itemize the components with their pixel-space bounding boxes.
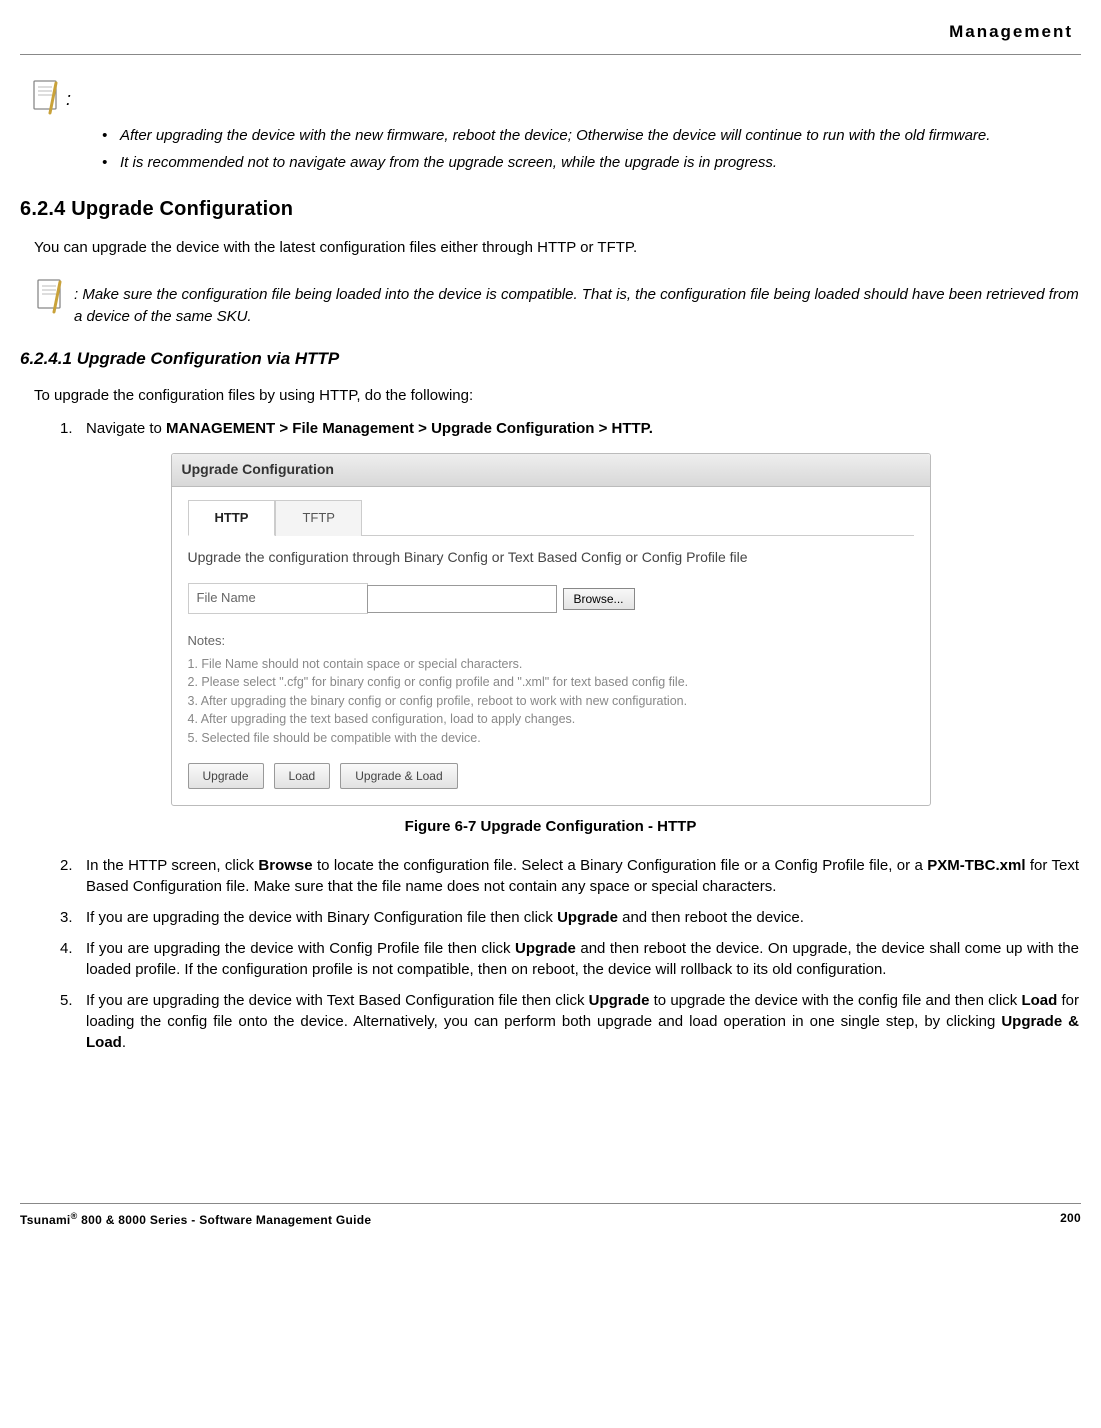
step-list: 1. Navigate to MANAGEMENT > File Managem… [60, 418, 1079, 439]
subsection-heading: 6.2.4.1 Upgrade Configuration via HTTP [20, 347, 1081, 371]
upgrade-config-panel: Upgrade Configuration HTTP TFTP Upgrade … [171, 453, 931, 806]
panel-title: Upgrade Configuration [172, 454, 930, 487]
upgrade-button[interactable]: Upgrade [188, 763, 264, 789]
tab-bar: HTTP TFTP [188, 499, 914, 536]
step-item: 4. If you are upgrading the device with … [60, 938, 1079, 980]
note-icon [30, 79, 62, 117]
header-rule [20, 54, 1081, 55]
notes-label: Notes: [188, 632, 914, 650]
panel-note-line: 2. Please select ".cfg" for binary confi… [188, 674, 914, 692]
tab-http[interactable]: HTTP [188, 500, 276, 536]
panel-note-line: 3. After upgrading the binary config or … [188, 693, 914, 711]
panel-note-line: 4. After upgrading the text based config… [188, 711, 914, 729]
subsection-intro: To upgrade the configuration files by us… [34, 385, 1081, 406]
step-list-cont: 2. In the HTTP screen, click Browse to l… [60, 855, 1079, 1053]
note-block-top: : After upgrading the device with the ne… [30, 79, 1081, 173]
step-item: 3. If you are upgrading the device with … [60, 907, 1079, 928]
panel-note-line: 5. Selected file should be compatible wi… [188, 730, 914, 748]
tab-tftp[interactable]: TFTP [275, 500, 362, 536]
step-item: 1. Navigate to MANAGEMENT > File Managem… [60, 418, 1079, 439]
panel-notes: 1. File Name should not contain space or… [188, 656, 914, 748]
section-heading: 6.2.4 Upgrade Configuration [20, 195, 1081, 223]
note-item: After upgrading the device with the new … [102, 125, 1081, 146]
footer-page-number: 200 [1060, 1210, 1081, 1229]
note-icon [34, 278, 66, 316]
file-name-label: File Name [188, 583, 368, 613]
step-item: 2. In the HTTP screen, click Browse to l… [60, 855, 1079, 897]
file-name-input[interactable] [367, 585, 557, 613]
figure-caption: Figure 6-7 Upgrade Configuration - HTTP [20, 816, 1081, 837]
footer-left: Tsunami® 800 & 8000 Series - Software Ma… [20, 1210, 371, 1229]
load-button[interactable]: Load [274, 763, 331, 789]
section-intro: You can upgrade the device with the late… [34, 237, 1081, 258]
panel-instruction: Upgrade the configuration through Binary… [188, 548, 914, 568]
page-footer: Tsunami® 800 & 8000 Series - Software Ma… [20, 1203, 1081, 1229]
note-item: It is recommended not to navigate away f… [102, 152, 1081, 173]
note-inline: : Make sure the configuration file being… [34, 278, 1081, 328]
note-inline-text: : Make sure the configuration file being… [74, 284, 1081, 328]
panel-note-line: 1. File Name should not contain space or… [188, 656, 914, 674]
page-header: Management [20, 20, 1081, 44]
step-item: 5. If you are upgrading the device with … [60, 990, 1079, 1053]
figure: Upgrade Configuration HTTP TFTP Upgrade … [20, 453, 1081, 837]
upgrade-and-load-button[interactable]: Upgrade & Load [340, 763, 457, 789]
browse-button[interactable]: Browse... [563, 588, 635, 610]
note-colon: : [66, 87, 71, 112]
